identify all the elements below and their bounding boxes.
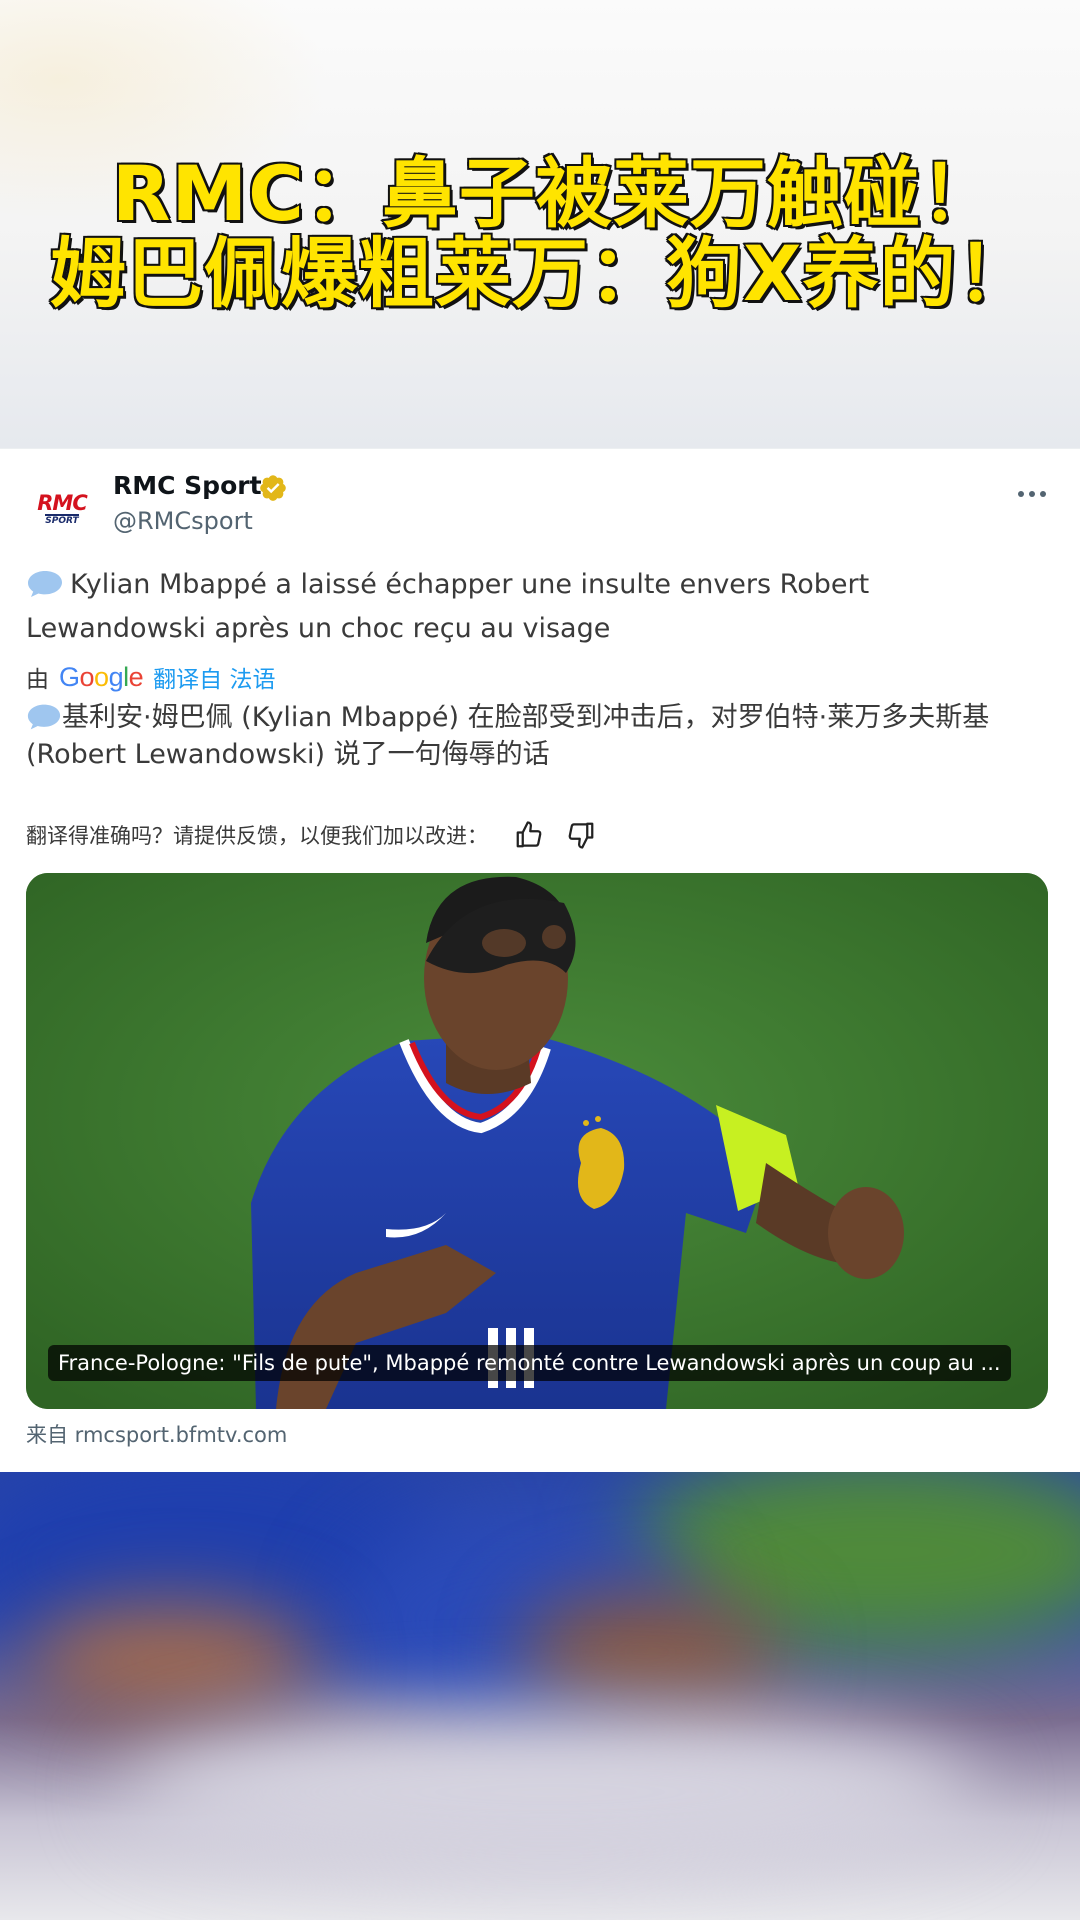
display-name[interactable]: RMC Sport <box>113 471 262 500</box>
avatar[interactable]: RMC SPORT <box>28 475 96 543</box>
translate-source-link[interactable]: 翻译自 法语 <box>153 660 275 694</box>
player-photo <box>26 873 1048 1409</box>
translation-attribution: 由 Google 翻译自 法语 <box>26 659 275 695</box>
feedback-prompt: 翻译得准确吗？请提供反馈，以便我们加以改进： <box>26 824 488 848</box>
thumbs-down-icon[interactable] <box>566 820 596 850</box>
speech-bubble-icon <box>27 704 61 730</box>
tweet-original-body: Kylian Mbappé a laissé échapper une insu… <box>26 569 870 644</box>
link-source[interactable]: 来自 rmcsport.bfmtv.com <box>26 1419 287 1449</box>
tweet-media-card[interactable]: France-Pologne: "Fils de pute", Mbappé r… <box>26 873 1048 1409</box>
verified-badge-icon <box>260 475 286 501</box>
tweet-translated-text: 基利安·姆巴佩 (Kylian Mbappé) 在脸部受到冲击后，对罗伯特·莱万… <box>26 699 1056 773</box>
avatar-logo-subtext: SPORT <box>45 513 79 526</box>
translation-feedback: 翻译得准确吗？请提供反馈，以便我们加以改进： <box>26 815 596 855</box>
handle[interactable]: @RMCsport <box>113 507 253 535</box>
blurred-background <box>0 1472 1080 1920</box>
tweet-card: RMC SPORT RMC Sport @RMCsport Kylian Mba… <box>0 448 1080 1472</box>
headline-line-2: 姆巴佩爆粗莱万：狗X养的！ <box>49 229 1035 318</box>
tweet-original-text: Kylian Mbappé a laissé échapper une insu… <box>26 563 1036 651</box>
thumbs-up-icon[interactable] <box>514 820 544 850</box>
tweet-translated-body: 基利安·姆巴佩 (Kylian Mbappé) 在脸部受到冲击后，对罗伯特·莱万… <box>26 702 990 770</box>
google-logo: Google <box>59 661 144 692</box>
headline-banner: RMC：鼻子被莱万触碰！ 姆巴佩爆粗莱万：狗X养的！ <box>0 0 1080 448</box>
headline-line-1: RMC：鼻子被莱万触碰！ <box>111 149 999 238</box>
media-caption: France-Pologne: "Fils de pute", Mbappé r… <box>48 1345 1011 1381</box>
translate-by-label: 由 <box>26 667 49 693</box>
speech-bubble-icon <box>28 571 62 597</box>
more-icon[interactable] <box>1010 479 1054 509</box>
avatar-logo-text: RMC <box>37 490 87 515</box>
